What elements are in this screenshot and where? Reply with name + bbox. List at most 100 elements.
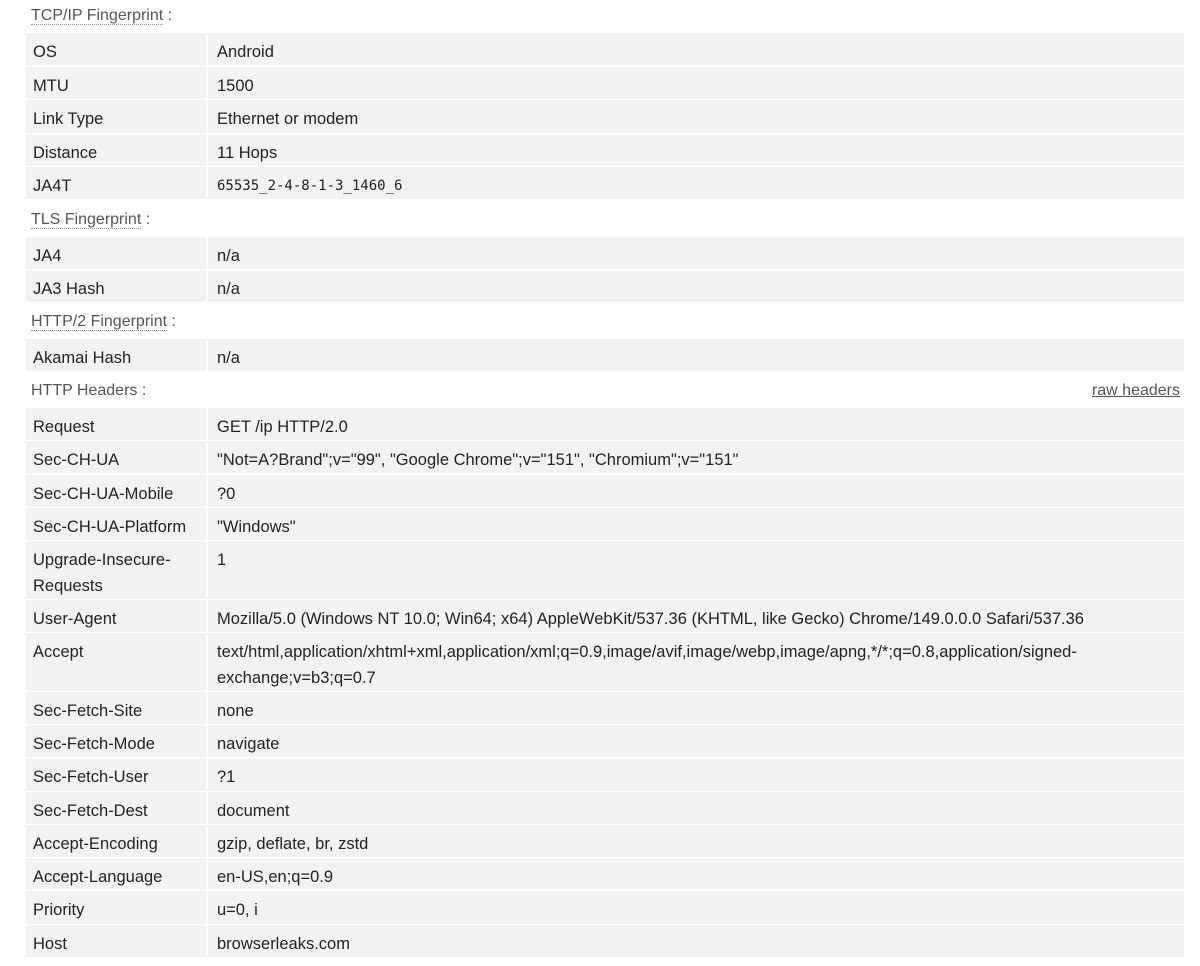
- table-row-ja4: JA4 n/a: [26, 237, 1184, 269]
- row-value: document: [217, 802, 290, 820]
- section-title-http-headers: HTTP Headers :: [31, 382, 146, 400]
- table-row-ja3-hash: JA3 Hash n/a: [26, 270, 1184, 302]
- row-value: 1500: [217, 77, 254, 95]
- row-key: OS: [33, 43, 57, 61]
- row-value: 11 Hops: [217, 144, 278, 162]
- section-colon: :: [163, 7, 173, 24]
- table-row-akamai-hash: Akamai Hash n/a: [26, 339, 1184, 371]
- column-divider: [206, 270, 208, 302]
- table-row-ja4t: JA4T 65535_2-4-8-1-3_1460_6: [26, 167, 1184, 199]
- table-row-sec-ch-ua: Sec-CH-UA "Not=A?Brand";v="99", "Google …: [26, 441, 1184, 474]
- row-key: Sec-CH-UA: [33, 451, 120, 469]
- row-key: Host: [33, 935, 67, 953]
- row-key: Link Type: [33, 110, 104, 128]
- row-value: n/a: [217, 349, 240, 367]
- row-value: Mozilla/5.0 (Windows NT 10.0; Win64; x64…: [217, 610, 1084, 628]
- column-divider: [206, 792, 208, 824]
- row-value: text/html,application/xhtml+xml,applicat…: [217, 643, 1077, 687]
- column-divider: [206, 891, 208, 924]
- section-title-tls-text[interactable]: TLS Fingerprint: [31, 211, 142, 229]
- fingerprint-page: TCP/IP Fingerprint : OS Android MTU 1500…: [0, 0, 1200, 966]
- table-row-sec-fetch-user: Sec-Fetch-User ?1: [26, 758, 1184, 791]
- section-title-tcpip-text[interactable]: TCP/IP Fingerprint: [31, 7, 164, 25]
- column-divider: [206, 925, 208, 957]
- column-divider: [206, 33, 208, 66]
- row-value: Android: [217, 43, 274, 61]
- section-colon: :: [137, 382, 147, 399]
- column-divider: [206, 167, 208, 199]
- row-value: ?1: [217, 768, 236, 786]
- row-value: n/a: [217, 247, 240, 265]
- row-value: u=0, i: [217, 901, 258, 919]
- section-title-tcpip: TCP/IP Fingerprint :: [31, 7, 172, 25]
- row-key: Sec-CH-UA-Platform: [33, 518, 187, 536]
- table-row-accept: Accept text/html,application/xhtml+xml,a…: [26, 633, 1184, 691]
- row-key: Sec-CH-UA-Mobile: [33, 485, 174, 503]
- row-value: en-US,en;q=0.9: [217, 868, 334, 886]
- table-row-sec-fetch-mode: Sec-Fetch-Mode navigate: [26, 725, 1184, 757]
- row-value: gzip, deflate, br, zstd: [217, 835, 369, 853]
- row-key: Accept: [33, 643, 84, 661]
- table-row-accept-language: Accept-Language en-US,en;q=0.9: [26, 858, 1184, 890]
- row-key: Akamai Hash: [33, 349, 132, 367]
- column-divider: [206, 339, 208, 371]
- table-row-sec-ch-ua-mobile: Sec-CH-UA-Mobile ?0: [26, 475, 1184, 507]
- table-row-sec-ch-ua-platform: Sec-CH-UA-Platform "Windows": [26, 508, 1184, 540]
- column-divider: [206, 134, 208, 166]
- row-key: Distance: [33, 144, 98, 162]
- section-title-http2: HTTP/2 Fingerprint :: [31, 313, 176, 331]
- table-row-request: Request GET /ip HTTP/2.0: [26, 408, 1184, 440]
- table-row-host: Host browserleaks.com: [26, 925, 1184, 957]
- row-value: navigate: [217, 735, 280, 753]
- row-value: 65535_2-4-8-1-3_1460_6: [217, 178, 403, 194]
- section-header-http-headers: HTTP Headers : raw headers: [26, 375, 1184, 408]
- row-key: MTU: [33, 77, 69, 95]
- row-key: JA4: [33, 247, 62, 265]
- row-value: n/a: [217, 280, 240, 298]
- row-value: 1: [217, 551, 227, 569]
- row-key: Upgrade-Insecure-Requests: [33, 551, 171, 595]
- section-header-tcpip: TCP/IP Fingerprint :: [26, 0, 1184, 33]
- column-divider: [206, 541, 208, 599]
- raw-headers-link[interactable]: raw headers: [1092, 382, 1180, 400]
- section-header-tls: TLS Fingerprint :: [26, 204, 1184, 237]
- row-key: Request: [33, 418, 95, 436]
- row-value: "Not=A?Brand";v="99", "Google Chrome";v=…: [217, 451, 739, 469]
- column-divider: [206, 858, 208, 890]
- table-row-accept-encoding: Accept-Encoding gzip, deflate, br, zstd: [26, 825, 1184, 857]
- column-divider: [206, 67, 208, 99]
- section-colon: :: [141, 211, 151, 228]
- row-key: JA4T: [33, 177, 72, 195]
- column-divider: [206, 633, 208, 691]
- table-row-sec-fetch-dest: Sec-Fetch-Dest document: [26, 792, 1184, 824]
- row-value: Ethernet or modem: [217, 110, 359, 128]
- table-row-priority: Priority u=0, i: [26, 891, 1184, 924]
- section-title-tls: TLS Fingerprint :: [31, 211, 150, 229]
- row-key: JA3 Hash: [33, 280, 105, 298]
- table-row-sec-fetch-site: Sec-Fetch-Site none: [26, 692, 1184, 724]
- column-divider: [206, 441, 208, 474]
- column-divider: [206, 100, 208, 133]
- column-divider: [206, 475, 208, 507]
- column-divider: [206, 508, 208, 540]
- row-key: Accept-Language: [33, 868, 163, 886]
- row-key: Priority: [33, 901, 85, 919]
- column-divider: [206, 825, 208, 857]
- row-value: browserleaks.com: [217, 935, 350, 953]
- table-row-distance: Distance 11 Hops: [26, 134, 1184, 166]
- section-header-http2: HTTP/2 Fingerprint :: [26, 306, 1184, 339]
- column-divider: [206, 600, 208, 632]
- row-key: Sec-Fetch-Mode: [33, 735, 155, 753]
- column-divider: [206, 725, 208, 757]
- row-key: Sec-Fetch-User: [33, 768, 149, 786]
- row-key: Accept-Encoding: [33, 835, 158, 853]
- section-title-http-headers-text: HTTP Headers: [31, 382, 138, 399]
- column-divider: [206, 758, 208, 791]
- column-divider: [206, 237, 208, 269]
- column-divider: [206, 408, 208, 440]
- section-title-http2-text[interactable]: HTTP/2 Fingerprint: [31, 313, 168, 331]
- row-value: "Windows": [217, 518, 296, 536]
- row-value: GET /ip HTTP/2.0: [217, 418, 348, 436]
- section-colon: :: [167, 313, 176, 330]
- table-row-os: OS Android: [26, 33, 1184, 66]
